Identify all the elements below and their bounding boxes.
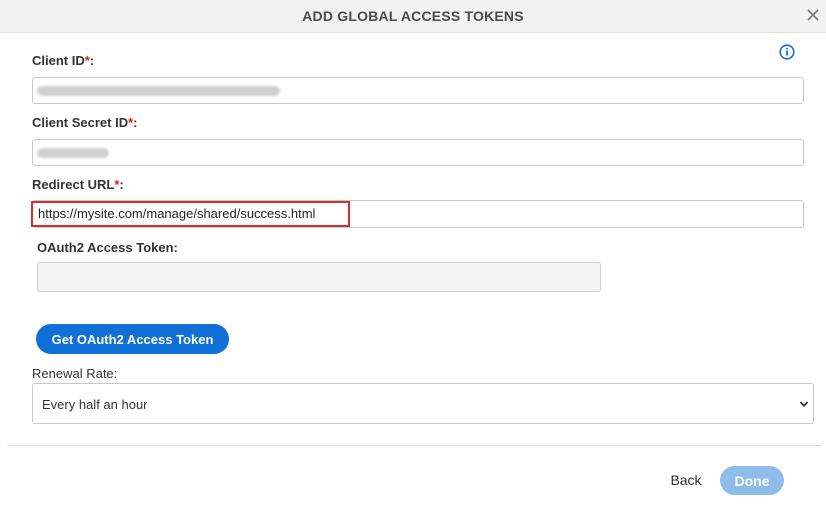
redirect-url-label-text: Redirect URL	[32, 177, 115, 192]
client-id-label-text: Client ID	[32, 53, 85, 68]
label-suffix: :	[133, 115, 138, 130]
redirect-url-value: https://mysite.com/manage/shared/success…	[38, 206, 316, 221]
close-icon[interactable]	[805, 7, 821, 23]
done-button[interactable]: Done	[720, 466, 784, 495]
masked-client-id	[37, 86, 280, 96]
masked-client-secret	[37, 148, 109, 158]
back-button[interactable]: Back	[662, 466, 710, 494]
renewal-rate-select[interactable]: Every half an hour	[32, 383, 814, 424]
renewal-rate-label: Renewal Rate:	[32, 366, 118, 381]
client-secret-input[interactable]	[32, 139, 804, 166]
client-id-label: Client ID*:	[32, 53, 94, 68]
oauth-token-input	[37, 262, 601, 292]
chevron-down-icon	[799, 401, 809, 408]
dialog-title: ADD GLOBAL ACCESS TOKENS	[302, 8, 524, 24]
client-id-input[interactable]	[32, 77, 804, 104]
client-secret-label: Client Secret ID*:	[32, 115, 138, 130]
client-secret-label-text: Client Secret ID	[32, 115, 129, 130]
renewal-rate-value: Every half an hour	[42, 397, 148, 412]
info-icon[interactable]	[779, 44, 795, 60]
oauth-token-label: OAuth2 Access Token:	[37, 240, 178, 255]
redirect-url-label: Redirect URL*:	[32, 177, 124, 192]
footer-divider	[7, 445, 821, 446]
get-oauth-token-button[interactable]: Get OAuth2 Access Token	[36, 324, 229, 354]
label-suffix: :	[119, 177, 124, 192]
label-suffix: :	[89, 53, 95, 68]
dialog-header: ADD GLOBAL ACCESS TOKENS	[0, 0, 826, 33]
